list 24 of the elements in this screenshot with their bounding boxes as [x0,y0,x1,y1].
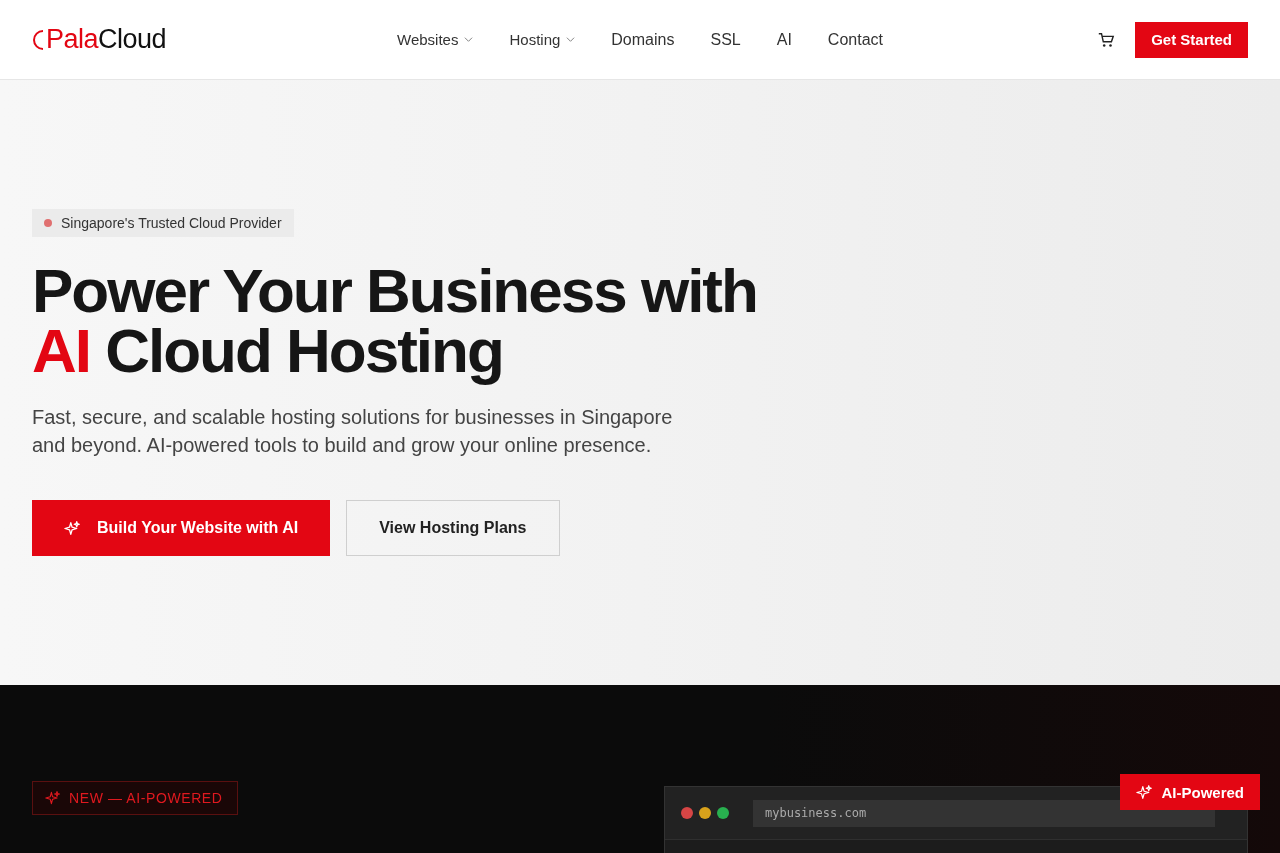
window-dot-icon [681,807,693,819]
nav-link[interactable]: SSL [710,30,741,49]
nav-dropdown[interactable]: Websites [397,31,474,48]
sparkle-icon [64,519,81,537]
sparkle-icon [45,790,61,806]
get-started-button[interactable]: Get Started [1135,21,1248,58]
logo[interactable]: PalaCloud [44,26,167,53]
url-field: mybusiness.com [753,799,1215,827]
nav-link[interactable]: AI [776,30,792,49]
nav-link[interactable]: Contact [827,30,883,49]
view-plans-button[interactable]: View Hosting Plans [346,500,560,556]
sparkle-icon [1136,783,1154,801]
window-dot-icon [699,807,711,819]
new-badge: NEW — AI-POWERED [32,781,238,815]
chevron-down-icon [566,35,576,44]
cart-icon[interactable] [1097,30,1116,49]
nav-dropdown[interactable]: Hosting [509,31,576,48]
chevron-down-icon [464,35,474,44]
ai-powered-badge: AI-Powered [1120,774,1260,810]
window-dot-icon [717,807,729,819]
nav-link[interactable]: Domains [611,30,675,49]
build-website-button[interactable]: Build Your Website with AI [32,500,331,556]
hero-description: Fast, secure, and scalable hosting solutions for businesses in Singapore and beyond. AI-powered tools to build and grow your online presence. [32,405,674,458]
provider-badge: Singapore's Trusted Cloud Provider [32,209,294,237]
